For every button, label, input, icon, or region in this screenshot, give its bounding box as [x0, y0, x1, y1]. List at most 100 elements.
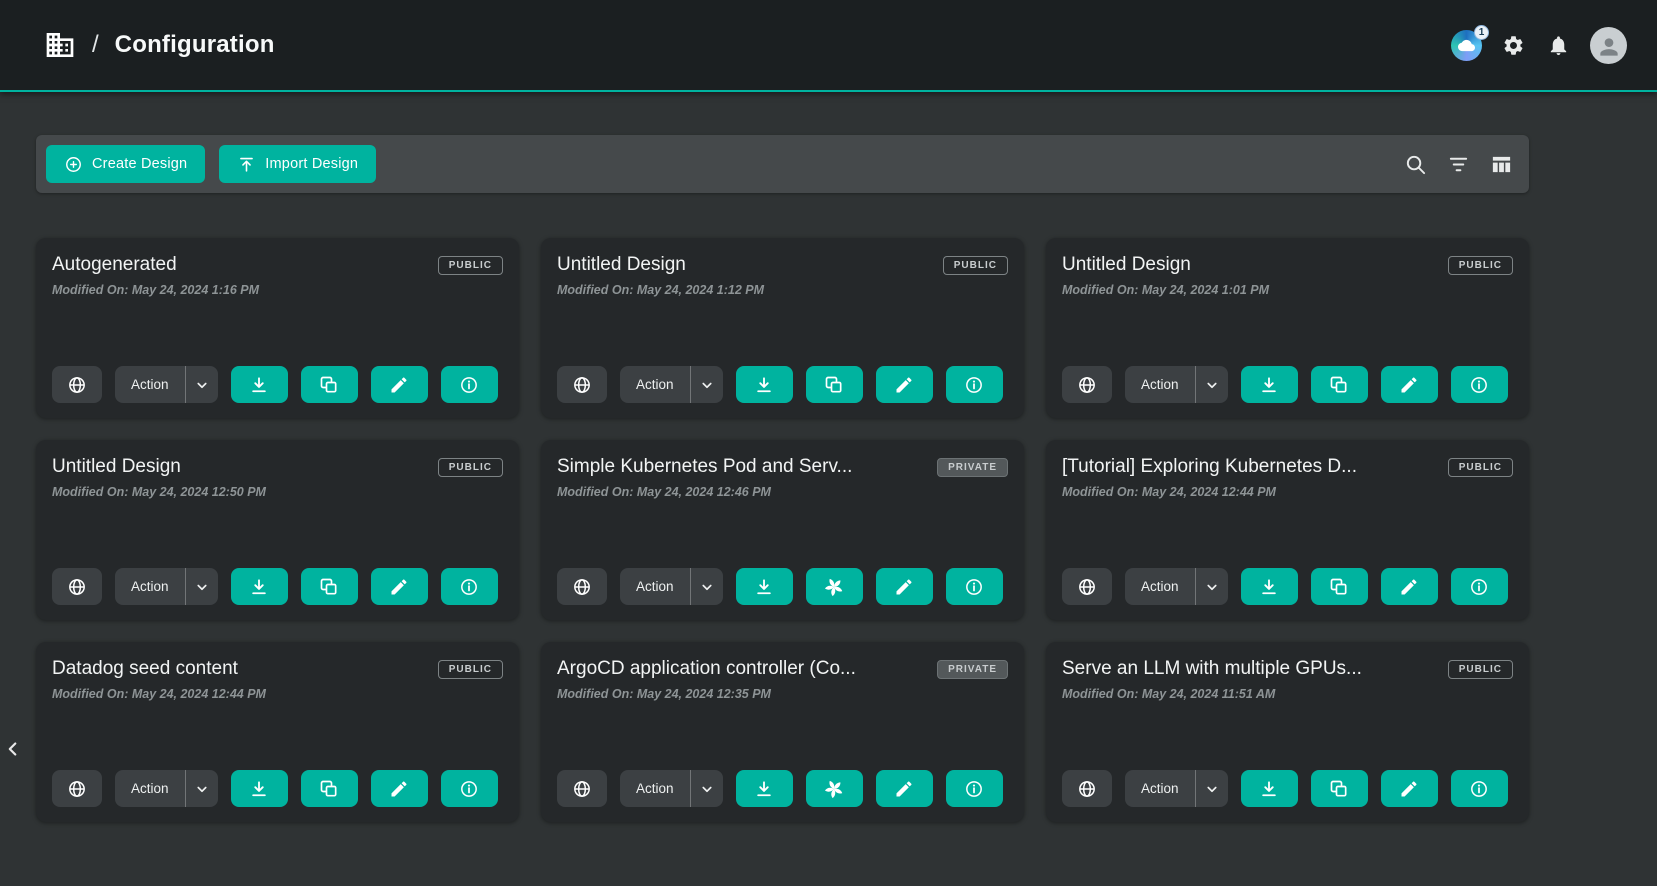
visibility-globe-button[interactable] — [52, 568, 102, 605]
edit-button[interactable] — [1381, 568, 1438, 605]
edit-button[interactable] — [876, 568, 933, 605]
user-avatar[interactable] — [1590, 27, 1627, 64]
clone-button[interactable] — [301, 568, 358, 605]
info-icon — [964, 577, 984, 597]
organization-logo-button[interactable] — [44, 29, 76, 61]
info-button[interactable] — [441, 366, 498, 403]
info-button[interactable] — [1451, 770, 1508, 807]
download-button[interactable] — [1241, 568, 1298, 605]
search-button[interactable] — [1402, 151, 1429, 178]
action-split-button: Action — [115, 568, 218, 605]
info-icon — [1469, 779, 1489, 799]
action-button[interactable]: Action — [1125, 568, 1195, 605]
filter-button[interactable] — [1445, 151, 1472, 178]
visibility-globe-button[interactable] — [557, 568, 607, 605]
action-button[interactable]: Action — [620, 770, 690, 807]
visibility-globe-button[interactable] — [557, 770, 607, 807]
edit-button[interactable] — [876, 770, 933, 807]
edit-button[interactable] — [371, 770, 428, 807]
action-dropdown-button[interactable] — [690, 770, 723, 807]
action-dropdown-button[interactable] — [690, 366, 723, 403]
action-dropdown-button[interactable] — [690, 568, 723, 605]
design-spiral-button[interactable] — [806, 770, 863, 807]
info-button[interactable] — [1451, 568, 1508, 605]
visibility-globe-button[interactable] — [1062, 366, 1112, 403]
clone-button[interactable] — [1311, 366, 1368, 403]
visibility-globe-button[interactable] — [557, 366, 607, 403]
chevron-down-icon — [193, 578, 211, 596]
action-button[interactable]: Action — [1125, 366, 1195, 403]
info-button[interactable] — [946, 366, 1003, 403]
card-header: Datadog seed content PUBLIC — [52, 658, 503, 680]
action-dropdown-button[interactable] — [185, 568, 218, 605]
download-icon — [249, 577, 269, 597]
info-button[interactable] — [441, 770, 498, 807]
card-header: Untitled Design PUBLIC — [1062, 254, 1513, 276]
card-header: Untitled Design PUBLIC — [557, 254, 1008, 276]
download-button[interactable] — [231, 770, 288, 807]
filter-icon — [1447, 153, 1470, 176]
design-spiral-button[interactable] — [806, 568, 863, 605]
pencil-icon — [894, 779, 914, 799]
clone-button[interactable] — [301, 366, 358, 403]
globe-icon — [1077, 577, 1097, 597]
download-button[interactable] — [231, 568, 288, 605]
action-dropdown-button[interactable] — [185, 770, 218, 807]
download-button[interactable] — [736, 366, 793, 403]
info-icon — [459, 779, 479, 799]
notification-count-badge: 1 — [1474, 25, 1489, 40]
card-actions: Action — [52, 568, 503, 605]
notifications-button[interactable] — [1545, 32, 1572, 59]
download-button[interactable] — [231, 366, 288, 403]
action-button[interactable]: Action — [115, 770, 185, 807]
header-actions: 1 — [1451, 27, 1627, 64]
visibility-globe-button[interactable] — [1062, 568, 1112, 605]
toolbar-right-icons — [1402, 151, 1515, 178]
clone-button[interactable] — [806, 366, 863, 403]
edit-button[interactable] — [1381, 366, 1438, 403]
action-button[interactable]: Action — [620, 366, 690, 403]
visibility-globe-button[interactable] — [52, 770, 102, 807]
sidebar-collapse-button[interactable] — [0, 734, 26, 764]
info-button[interactable] — [1451, 366, 1508, 403]
card-header: Serve an LLM with multiple GPUs... PUBLI… — [1062, 658, 1513, 680]
action-dropdown-button[interactable] — [1195, 366, 1228, 403]
design-title: Datadog seed content — [52, 658, 238, 680]
download-button[interactable] — [1241, 770, 1298, 807]
info-button[interactable] — [946, 568, 1003, 605]
edit-button[interactable] — [371, 568, 428, 605]
action-dropdown-button[interactable] — [1195, 568, 1228, 605]
download-button[interactable] — [1241, 366, 1298, 403]
pencil-icon — [894, 577, 914, 597]
action-button[interactable]: Action — [620, 568, 690, 605]
import-design-button[interactable]: Import Design — [219, 145, 376, 183]
pencil-icon — [389, 779, 409, 799]
view-columns-button[interactable] — [1488, 151, 1515, 178]
action-dropdown-button[interactable] — [185, 366, 218, 403]
card-header: Simple Kubernetes Pod and Serv... PRIVAT… — [557, 456, 1008, 478]
download-button[interactable] — [736, 770, 793, 807]
cloud-extensions-button[interactable]: 1 — [1451, 30, 1482, 61]
create-design-button[interactable]: Create Design — [46, 145, 205, 183]
clone-button[interactable] — [301, 770, 358, 807]
visibility-badge: PUBLIC — [1448, 660, 1513, 679]
download-button[interactable] — [736, 568, 793, 605]
globe-icon — [67, 375, 87, 395]
action-button[interactable]: Action — [115, 366, 185, 403]
edit-button[interactable] — [371, 366, 428, 403]
action-button[interactable]: Action — [1125, 770, 1195, 807]
clone-button[interactable] — [1311, 770, 1368, 807]
download-icon — [1259, 779, 1279, 799]
info-button[interactable] — [946, 770, 1003, 807]
visibility-globe-button[interactable] — [52, 366, 102, 403]
edit-button[interactable] — [1381, 770, 1438, 807]
clone-button[interactable] — [1311, 568, 1368, 605]
action-dropdown-button[interactable] — [1195, 770, 1228, 807]
action-button[interactable]: Action — [115, 568, 185, 605]
chevron-down-icon — [698, 578, 716, 596]
info-button[interactable] — [441, 568, 498, 605]
chevron-down-icon — [1203, 376, 1221, 394]
settings-button[interactable] — [1500, 32, 1527, 59]
edit-button[interactable] — [876, 366, 933, 403]
visibility-globe-button[interactable] — [1062, 770, 1112, 807]
